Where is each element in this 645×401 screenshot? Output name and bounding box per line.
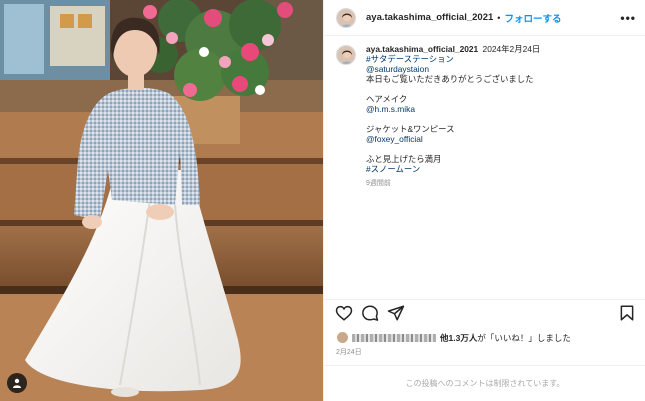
more-options-icon[interactable]: ••• [620,11,636,25]
profile-picture [337,46,355,64]
comment-icon[interactable] [361,304,379,322]
bookmark-icon[interactable] [618,304,636,322]
blurred-liker-name [352,333,436,342]
caption-text: ヘアメイク [366,94,408,104]
divider [324,35,645,36]
post-header: aya.takashima_official_2021 • フォローする ••• [324,0,645,35]
person-tag-icon [13,378,21,388]
person-tag-button[interactable] [7,373,27,393]
profile-picture [337,8,355,27]
caption-link[interactable]: @h.m.s.mika [366,104,540,114]
post-detail-panel: aya.takashima_official_2021 • フォローする •••… [323,0,645,401]
username-link[interactable]: aya.takashima_official_2021 [366,12,493,23]
post-photo[interactable] [0,0,323,401]
caption-date: 2024年2月24日 [482,44,541,54]
separator-dot: • [497,12,501,23]
time-ago[interactable]: 9週間前 [366,179,540,189]
caption-body: aya.takashima_official_2021 2024年2月24日 #… [366,44,540,189]
caption-link[interactable]: #スノームーン [366,164,540,174]
caption-text: 本日もご覧いただきありがとうございました [366,74,534,84]
studio-photo-illustration [0,0,323,401]
likes-summary[interactable]: 他1.3万人 が「いいね！」しました [336,331,571,344]
caption: aya.takashima_official_2021 2024年2月24日 #… [336,44,636,189]
heart-icon[interactable] [335,304,353,322]
post-date[interactable]: 2月24日 [336,347,362,357]
action-bar [324,304,645,324]
caption-avatar[interactable] [336,45,356,65]
follow-button[interactable]: フォローする [504,11,561,25]
caption-link[interactable]: @foxey_official [366,134,540,144]
avatar[interactable] [336,7,356,28]
caption-link[interactable]: #サタデーステーション [366,54,540,64]
likes-count[interactable]: 他1.3万人 [440,332,477,344]
likes-suffix: が「いいね！」しました [477,332,571,343]
divider [324,299,645,300]
comments-limited-notice: この投稿へのコメントは制限されています。 [405,379,565,388]
caption-link[interactable]: @saturdaystaion [366,64,540,74]
caption-lines: #サタデーステーション @saturdaystaion 本日もご覧いただきありがとう… [366,54,540,174]
divider [324,365,645,366]
share-icon[interactable] [387,304,405,322]
caption-text: ジャケット&ワンピース [366,124,455,134]
liker-avatar [336,331,349,344]
caption-text: ふと見上げたら満月 [366,154,442,164]
caption-username[interactable]: aya.takashima_official_2021 [366,44,478,54]
